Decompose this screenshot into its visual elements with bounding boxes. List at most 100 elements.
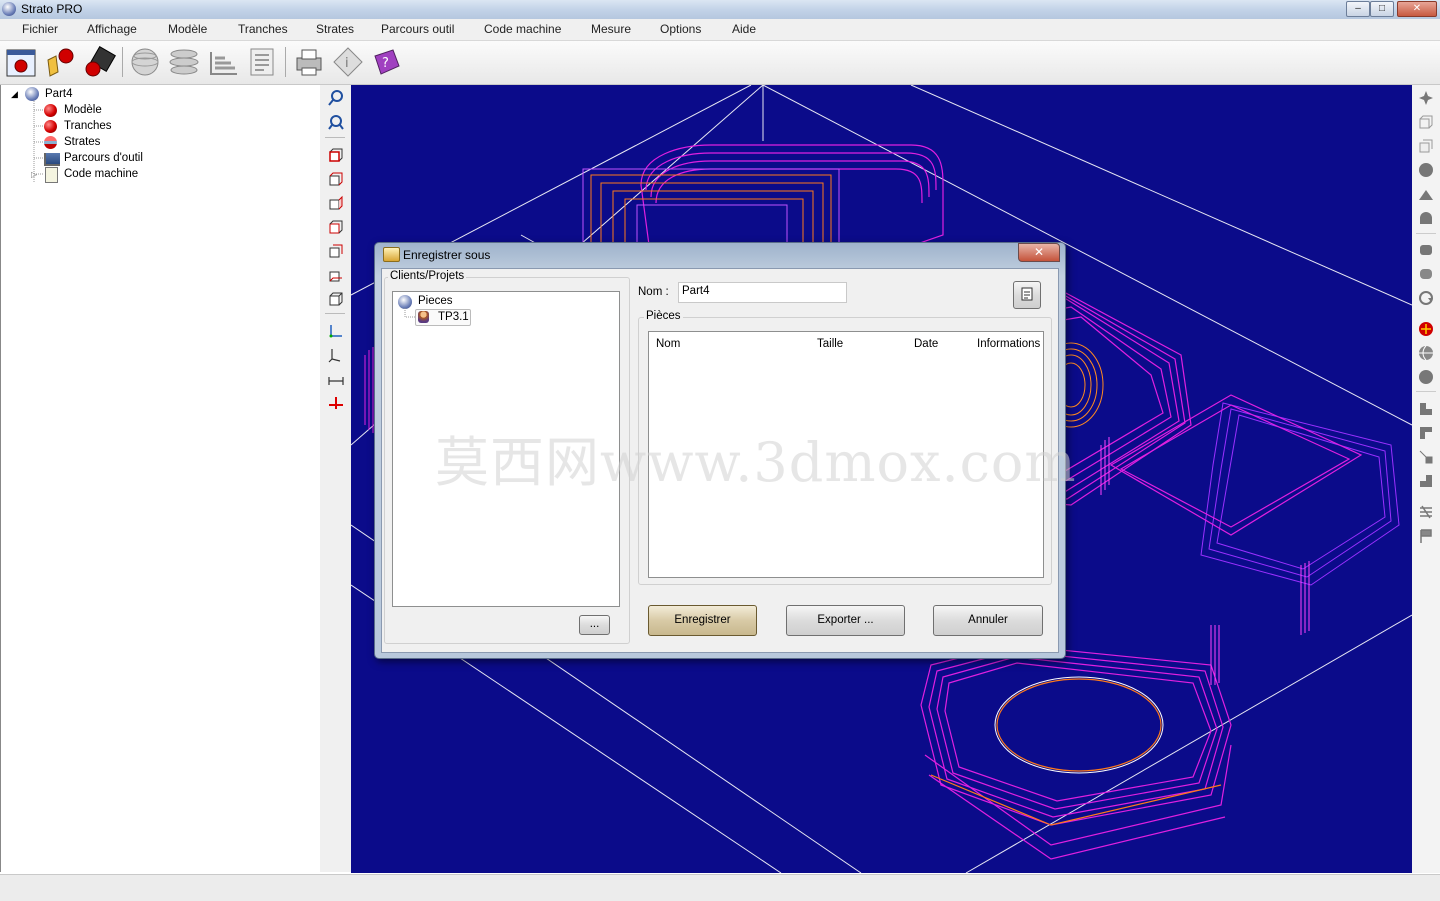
expand-arrow-icon[interactable]: ▷ bbox=[31, 170, 37, 179]
title-bar: Strato PRO – □ ✕ bbox=[0, 0, 1440, 20]
shaded-sphere-icon[interactable] bbox=[1418, 162, 1434, 178]
export-button[interactable]: Exporter ... bbox=[786, 605, 905, 636]
svg-text:?: ? bbox=[382, 56, 389, 71]
column-header-nom[interactable]: Nom bbox=[656, 338, 680, 350]
menu-tranches[interactable]: Tranches bbox=[238, 22, 288, 36]
sphere-icon[interactable] bbox=[129, 46, 161, 78]
folder-icon bbox=[383, 247, 400, 262]
solid-shape-2-icon[interactable] bbox=[1418, 266, 1434, 282]
view-iso-icon[interactable] bbox=[328, 291, 344, 307]
code-node-icon bbox=[45, 167, 58, 183]
column-header-date[interactable]: Date bbox=[914, 338, 938, 350]
help-icon[interactable]: ? bbox=[371, 46, 403, 78]
client-item-tp31[interactable]: TP3.1 bbox=[415, 309, 471, 326]
clients-root-label[interactable]: Pieces bbox=[418, 295, 453, 307]
hidden-lines-icon[interactable] bbox=[1418, 138, 1434, 154]
rotate-view-icon[interactable] bbox=[1418, 290, 1434, 306]
color-sphere-icon[interactable] bbox=[1418, 321, 1434, 337]
toolpath-node-icon bbox=[44, 153, 60, 166]
name-input[interactable]: Part4 bbox=[678, 282, 847, 303]
rtool-separator bbox=[1416, 233, 1436, 234]
vtool-separator bbox=[325, 137, 345, 138]
clients-projects-label: Clients/Projets bbox=[388, 270, 467, 282]
shaded-dome-icon[interactable] bbox=[1418, 210, 1434, 226]
minimize-button[interactable]: – bbox=[1346, 1, 1370, 17]
column-header-taille[interactable]: Taille bbox=[817, 338, 843, 350]
sphere-gray-icon[interactable] bbox=[1418, 369, 1434, 385]
cancel-button[interactable]: Annuler bbox=[933, 605, 1043, 636]
maximize-button[interactable]: □ bbox=[1370, 1, 1394, 17]
hatch-icon[interactable] bbox=[1418, 504, 1434, 520]
slices-icon[interactable] bbox=[168, 46, 200, 78]
code-icon[interactable] bbox=[246, 46, 278, 78]
print-icon[interactable] bbox=[293, 46, 325, 78]
view-top-icon[interactable] bbox=[328, 147, 344, 163]
new-folder-button[interactable] bbox=[1013, 281, 1041, 309]
view-back-icon[interactable] bbox=[328, 243, 344, 259]
project-tree: ◢ Part4 Modèle Tranches Strates Parcours… bbox=[0, 85, 321, 872]
pan-icon[interactable] bbox=[1418, 90, 1434, 106]
rtool-separator bbox=[1416, 391, 1436, 392]
menu-fichier[interactable]: Fichier bbox=[22, 22, 58, 36]
tree-item-modele[interactable]: Modèle bbox=[1, 103, 201, 119]
step-profile-4-icon[interactable] bbox=[1418, 473, 1434, 489]
view-front-icon[interactable] bbox=[328, 171, 344, 187]
axes-xyz-icon[interactable] bbox=[328, 323, 344, 339]
zoom-fit-icon[interactable] bbox=[328, 114, 344, 130]
save-button[interactable]: Enregistrer bbox=[648, 605, 757, 636]
toolbar-separator bbox=[122, 47, 123, 77]
menu-modele[interactable]: Modèle bbox=[168, 22, 207, 36]
strata-icon[interactable] bbox=[207, 46, 239, 78]
model-icon bbox=[44, 104, 57, 117]
measure-distance-icon[interactable] bbox=[328, 371, 344, 387]
shaded-cone-icon[interactable] bbox=[1418, 186, 1434, 202]
tree-item-strates[interactable]: Strates bbox=[1, 135, 201, 151]
zoom-window-icon[interactable] bbox=[328, 90, 344, 106]
tree-root-label: Part4 bbox=[45, 88, 73, 100]
client-item-label: TP3.1 bbox=[438, 311, 469, 323]
wireframe-icon[interactable] bbox=[1418, 114, 1434, 130]
menu-parcours-outil[interactable]: Parcours outil bbox=[381, 22, 454, 36]
menu-bar: Fichier Affichage Modèle Tranches Strate… bbox=[0, 19, 1440, 41]
menu-aide[interactable]: Aide bbox=[732, 22, 756, 36]
view-right-icon[interactable] bbox=[328, 195, 344, 211]
step-profile-2-icon[interactable] bbox=[1418, 425, 1434, 441]
menu-mesure[interactable]: Mesure bbox=[591, 22, 631, 36]
name-label: Nom : bbox=[638, 286, 669, 298]
solid-shape-icon[interactable] bbox=[1418, 242, 1434, 258]
app-logo-icon bbox=[2, 2, 16, 16]
save-part-icon[interactable] bbox=[84, 46, 116, 78]
strata-node-icon bbox=[44, 136, 57, 149]
column-header-informations[interactable]: Informations bbox=[977, 338, 1040, 350]
collapse-arrow-icon[interactable]: ◢ bbox=[11, 89, 18, 100]
tree-item-code-machine[interactable]: ▷ Code machine bbox=[1, 167, 201, 183]
view-toolbar bbox=[320, 85, 352, 872]
tree-item-parcours-outil[interactable]: Parcours d'outil bbox=[1, 151, 201, 167]
dialog-close-button[interactable]: ✕ bbox=[1018, 243, 1060, 262]
menu-code-machine[interactable]: Code machine bbox=[484, 22, 561, 36]
menu-options[interactable]: Options bbox=[660, 22, 701, 36]
new-part-icon[interactable] bbox=[5, 46, 37, 78]
pieces-label: Pièces bbox=[644, 310, 683, 322]
main-toolbar: i ? bbox=[0, 41, 1440, 85]
view-left-icon[interactable] bbox=[328, 219, 344, 235]
step-profile-3-icon[interactable] bbox=[1418, 449, 1434, 465]
axes-iso-icon[interactable] bbox=[328, 347, 344, 363]
flag-icon[interactable] bbox=[1418, 528, 1434, 544]
tree-item-tranches[interactable]: Tranches bbox=[1, 119, 201, 135]
svg-text:i: i bbox=[345, 56, 349, 71]
info-icon[interactable]: i bbox=[332, 46, 364, 78]
section-cut-icon[interactable] bbox=[328, 395, 344, 411]
view-bottom-icon[interactable] bbox=[328, 267, 344, 283]
globe-icon[interactable] bbox=[1418, 345, 1434, 361]
open-part-icon[interactable] bbox=[44, 46, 76, 78]
menu-affichage[interactable]: Affichage bbox=[87, 22, 137, 36]
menu-strates[interactable]: Strates bbox=[316, 22, 354, 36]
close-window-button[interactable]: ✕ bbox=[1397, 1, 1437, 17]
client-person-icon bbox=[418, 311, 429, 323]
toolbar-separator bbox=[285, 47, 286, 77]
status-bar bbox=[0, 874, 1440, 901]
step-profile-icon[interactable] bbox=[1418, 401, 1434, 417]
tree-item-label: Modèle bbox=[64, 104, 102, 116]
browse-button[interactable]: ... bbox=[579, 615, 610, 635]
